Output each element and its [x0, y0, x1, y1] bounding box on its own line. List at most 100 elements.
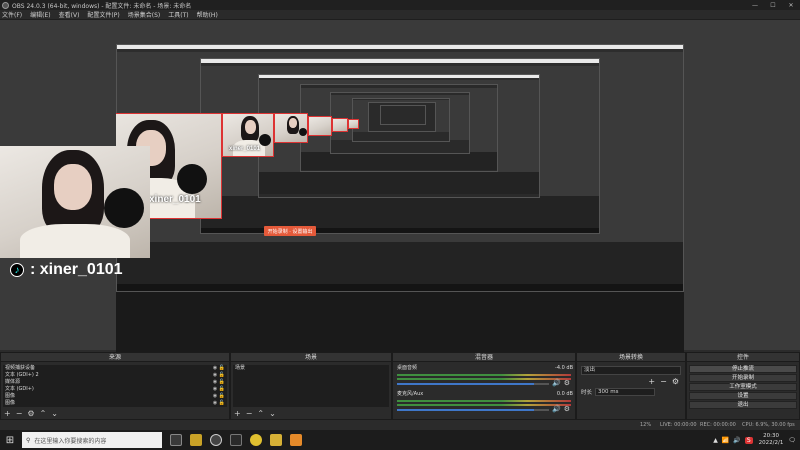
minimize-icon[interactable]: — [746, 0, 764, 10]
taskbar-search[interactable]: ⚲ 在这里输入你要搜索的内容 [22, 432, 162, 448]
scenes-title: 场景 [231, 353, 391, 362]
ime-icon[interactable]: S [744, 436, 753, 444]
exit-button[interactable]: 退出 [689, 401, 797, 409]
eye-icon[interactable]: ◉ 🔓 [213, 393, 225, 400]
move-up-icon[interactable]: ⌃ [257, 409, 264, 418]
nested-camera-feed [348, 119, 359, 129]
speaker-icon[interactable]: 🔊 [552, 405, 561, 413]
list-item[interactable]: 文本 (GDI+) ◉ 🔓 [3, 386, 227, 393]
sources-toolbar: + − ⚙ ⌃ ⌄ [4, 409, 58, 418]
speaker-icon[interactable]: 🔊 [552, 379, 561, 387]
obs-app-icon[interactable] [210, 434, 222, 446]
duration-input[interactable]: 300 ms [595, 388, 656, 396]
transitions-title: 场景转换 [577, 353, 685, 362]
mixer-dock: 混音器 桌面音频 -4.0 dB 🔊 ⚙ 麦克风/Aux 0.0 dB 🔊 ⚙ [392, 352, 576, 420]
move-up-icon[interactable]: ⌃ [40, 409, 47, 418]
gear-icon[interactable]: ⚙ [564, 405, 570, 413]
eye-icon[interactable]: ◉ 🔓 [213, 379, 225, 386]
menu-help[interactable]: 帮助(H) [197, 10, 218, 19]
volume-slider[interactable] [397, 409, 549, 411]
eye-icon[interactable]: ◉ 🔓 [213, 372, 225, 379]
nested-camera-feed: xiner_0101 [222, 113, 274, 157]
move-down-icon[interactable]: ⌄ [269, 409, 276, 418]
remove-icon[interactable]: − [660, 377, 667, 386]
mixer-track: 麦克风/Aux 0.0 dB 🔊 ⚙ [395, 391, 573, 417]
cpu-usage: CPU: 6.9%, 30.00 fps [742, 422, 795, 428]
search-icon: ⚲ [26, 436, 31, 444]
gear-icon[interactable]: ⚙ [27, 409, 34, 418]
transition-select[interactable]: 淡出 [581, 366, 681, 375]
menu-file[interactable]: 文件(F) [2, 10, 22, 19]
add-icon[interactable]: + [234, 409, 241, 418]
task-view-icon[interactable] [170, 434, 182, 446]
add-icon[interactable]: + [648, 377, 655, 386]
start-recording-button[interactable]: 开始录制 [689, 374, 797, 382]
volume-icon[interactable]: 🔊 [733, 437, 740, 444]
camera-name-label: xiner_0101 [229, 146, 261, 152]
app-icon[interactable] [270, 434, 282, 446]
nested-camera-feed [308, 116, 332, 136]
track-name: 麦克风/Aux [397, 391, 424, 397]
sources-dock: 来源 视频捕获设备 ◉ 🔓 文本 (GDI+) 2 ◉ 🔓 媒体源 ◉ 🔓 文本 (G… [0, 352, 230, 420]
eye-icon[interactable]: ◉ 🔓 [213, 365, 225, 372]
eye-icon[interactable]: ◉ 🔓 [213, 386, 225, 393]
remove-icon[interactable]: − [16, 409, 23, 418]
add-icon[interactable]: + [4, 409, 11, 418]
clock-time: 20:30 [763, 433, 779, 439]
tray-icon[interactable]: ▲ [713, 437, 718, 444]
app-icon[interactable] [190, 434, 202, 446]
nested-camera-feed [274, 113, 308, 143]
transitions-dock: 场景转换 淡出 + − ⚙ 时长 300 ms [576, 352, 686, 420]
remove-icon[interactable]: − [246, 409, 253, 418]
volume-meter [397, 378, 571, 380]
camera-name-label: xiner_0101 [149, 194, 201, 205]
clock[interactable]: 20:30 2022/2/1 [759, 433, 784, 447]
app-icon[interactable] [250, 434, 262, 446]
app-icon[interactable] [290, 434, 302, 446]
maximize-icon[interactable]: ☐ [764, 0, 782, 10]
track-name: 桌面音频 [397, 365, 418, 371]
list-item[interactable]: 图像 ◉ 🔓 [3, 400, 227, 407]
volume-meter [397, 404, 571, 406]
scenes-dock: 场景 场景 + − ⌃ ⌄ [230, 352, 392, 420]
title-bar: OBS 24.0.3 (64-bit, windows) - 配置文件: 未命名… [0, 0, 800, 10]
tiktok-watermark: ♪ : xiner_0101 [10, 261, 123, 279]
menu-profile[interactable]: 配置文件(P) [87, 10, 119, 19]
menu-tools[interactable]: 工具(T) [168, 10, 188, 19]
gear-icon[interactable]: ⚙ [564, 379, 570, 387]
rec-timer: REC: 00:00:00 [700, 422, 736, 428]
gear-icon[interactable]: ⚙ [672, 377, 679, 386]
system-tray: ▲ 📶 🔊 S 20:30 2022/2/1 🗨 [713, 430, 796, 450]
list-item[interactable]: 文本 (GDI+) 2 ◉ 🔓 [3, 372, 227, 379]
volume-slider[interactable] [397, 383, 549, 385]
studio-mode-button[interactable]: 工作室模式 [689, 383, 797, 391]
clock-date: 2022/2/1 [758, 440, 784, 446]
windows-start-icon[interactable]: ⊞ [0, 430, 20, 450]
dropped-frames: 12% [640, 422, 652, 428]
camera-feed [0, 146, 150, 258]
volume-meter [397, 374, 571, 376]
menu-view[interactable]: 查看(V) [59, 10, 80, 19]
menu-scene-collection[interactable]: 场景集合(S) [128, 10, 161, 19]
sources-list[interactable]: 视频捕获设备 ◉ 🔓 文本 (GDI+) 2 ◉ 🔓 媒体源 ◉ 🔓 文本 (GDI+… [3, 365, 227, 407]
settings-button[interactable]: 设置 [689, 392, 797, 400]
list-item[interactable]: 媒体源 ◉ 🔓 [3, 379, 227, 386]
list-item[interactable]: 场景 [233, 365, 389, 372]
sources-title: 来源 [1, 353, 229, 362]
controls-title: 控件 [687, 353, 799, 362]
list-item[interactable]: 视频捕获设备 ◉ 🔓 [3, 365, 227, 372]
list-item[interactable]: 图像 ◉ 🔓 [3, 393, 227, 400]
move-down-icon[interactable]: ⌄ [51, 409, 58, 418]
scenes-list[interactable]: 场景 [233, 365, 389, 407]
app-icon[interactable] [230, 434, 242, 446]
scenes-toolbar: + − ⌃ ⌄ [234, 409, 276, 418]
live-timer: LIVE: 00:00:00 [660, 422, 697, 428]
menu-edit[interactable]: 编辑(E) [30, 10, 50, 19]
close-icon[interactable]: ✕ [782, 0, 800, 10]
preview-area[interactable]: xiner_0101 xiner_0101 开始录制 · 设置输出 ♪ : xi… [0, 20, 800, 364]
preview-canvas[interactable]: xiner_0101 xiner_0101 开始录制 · 设置输出 [116, 44, 684, 364]
eye-icon[interactable]: ◉ 🔓 [213, 400, 225, 407]
stop-streaming-button[interactable]: 停止推流 [689, 365, 797, 373]
network-icon[interactable]: 📶 [722, 437, 729, 444]
notification-icon[interactable]: 🗨 [788, 437, 796, 444]
